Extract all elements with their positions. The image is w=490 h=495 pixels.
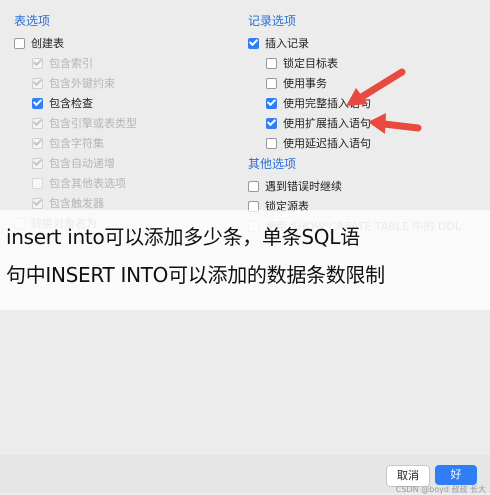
ok-button[interactable]: 好	[435, 465, 477, 485]
red-arrow-icon	[368, 113, 422, 134]
caption-line-1: insert into可以添加多少条，单条SQL语	[6, 225, 360, 249]
red-arrow-icon	[346, 68, 406, 106]
caption-line-2: 句中INSERT INTO可以添加的数据条数限制	[6, 263, 385, 287]
watermark: CSDN @boyd 叔叔 长大	[395, 485, 486, 494]
